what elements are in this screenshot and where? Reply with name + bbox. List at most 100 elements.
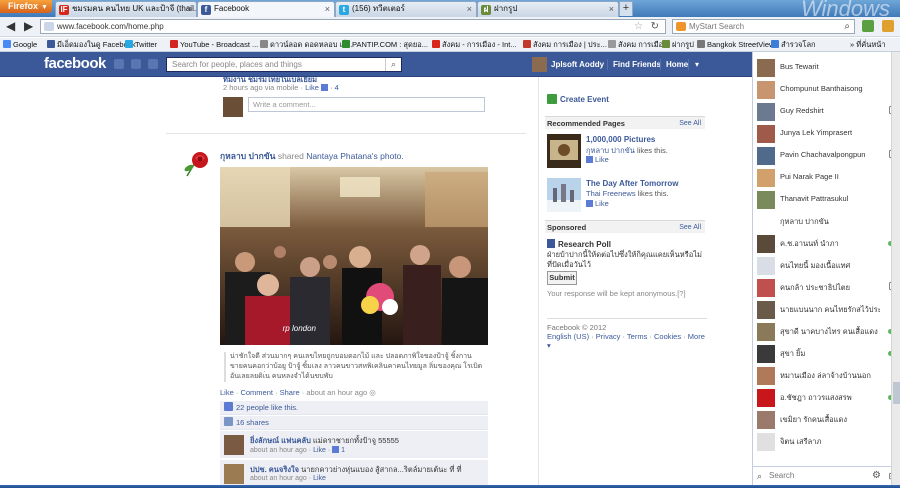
bookmark-item[interactable]: สังคม การเมือง bbox=[608, 38, 667, 51]
extension-icon[interactable] bbox=[862, 20, 874, 32]
comment-link[interactable]: Comment bbox=[240, 388, 273, 397]
recommended-page[interactable]: The Day After Tomorrow Thai Freenews lik… bbox=[547, 178, 707, 214]
see-all-link[interactable]: See All bbox=[679, 117, 701, 130]
bookmark-item[interactable]: YouTube - Broadcast ... bbox=[170, 38, 258, 51]
browser-search-input[interactable]: MyStart Search ⌕ bbox=[672, 19, 855, 34]
post-time[interactable]: about an hour ago bbox=[306, 388, 367, 397]
bookmark-item[interactable]: สังคม - การเมือง - Int... bbox=[432, 38, 517, 51]
chat-search-input[interactable]: ⌕ Search ⚙ ⊟ bbox=[753, 466, 900, 485]
liker-name[interactable]: กุหลาบ ปากขัน bbox=[586, 146, 635, 155]
facebook-logo[interactable]: facebook bbox=[44, 55, 106, 72]
bookmark-item[interactable]: สังคม การเมือง | ประ... bbox=[523, 38, 607, 51]
bookmarks-menu[interactable]: » ที่คั่นหน้า bbox=[850, 38, 886, 51]
bookmark-item[interactable]: ดาวน์ลอด ดอดหลอบ เว็... bbox=[260, 38, 353, 51]
chat-friend-item[interactable]: จิตน เสรีลาภ bbox=[753, 431, 900, 453]
tab-facebook[interactable]: f Facebook × bbox=[197, 1, 335, 18]
account-menu-icon[interactable]: ▾ bbox=[695, 57, 699, 72]
star-icon[interactable]: ☆ bbox=[634, 20, 643, 33]
comment-input[interactable]: Write a comment... bbox=[248, 97, 485, 112]
back-icon[interactable]: ◀ bbox=[6, 19, 15, 33]
chat-friend-item[interactable]: กุหลาบ ปากขัน bbox=[753, 211, 900, 233]
page-like-button[interactable]: Like bbox=[586, 199, 609, 208]
chat-friend-item[interactable]: เขมิยา รักคนเสื้อแดง bbox=[753, 409, 900, 431]
extension-icon[interactable] bbox=[882, 20, 894, 32]
bookmark-item[interactable]: Bangkok StreetView bbox=[697, 38, 774, 51]
more-link[interactable]: More bbox=[688, 332, 705, 341]
bookmark-item[interactable]: Google bbox=[3, 38, 37, 51]
likes-summary[interactable]: 22 people like this. bbox=[220, 401, 488, 415]
close-icon[interactable]: × bbox=[467, 2, 472, 16]
search-engine-icon[interactable] bbox=[676, 22, 686, 31]
messages-icon[interactable] bbox=[131, 59, 141, 69]
like-link[interactable]: Like bbox=[220, 388, 234, 397]
poll-submit-button[interactable]: Submit bbox=[547, 271, 577, 285]
like-count[interactable]: 1 bbox=[332, 446, 345, 454]
avatar[interactable] bbox=[224, 435, 244, 455]
page-scrollbar[interactable] bbox=[891, 52, 900, 485]
notifications-icon[interactable] bbox=[148, 59, 158, 69]
bookmark-item[interactable]: ฝากรูป bbox=[662, 38, 694, 51]
avatar[interactable] bbox=[224, 464, 244, 484]
like-link[interactable]: Like bbox=[313, 447, 326, 454]
chat-friend-item[interactable]: Pavin Chachavalpongpun bbox=[753, 145, 900, 167]
tab-upload[interactable]: ฝ ฝากรูป × bbox=[477, 1, 619, 17]
terms-link[interactable]: Terms bbox=[627, 332, 647, 341]
bookmark-item[interactable]: Twitter bbox=[125, 38, 157, 51]
chat-friend-item[interactable]: Pui Narak Page II bbox=[753, 167, 900, 189]
close-icon[interactable]: × bbox=[187, 2, 192, 16]
like-link[interactable]: Like bbox=[313, 475, 326, 482]
search-icon[interactable]: ⌕ bbox=[844, 20, 850, 33]
tab-thaiuk[interactable]: IF ชมรมคน คนไทย UK และป้าจี (thail... × bbox=[55, 1, 197, 17]
see-all-link[interactable]: See All bbox=[679, 221, 701, 234]
recommended-page[interactable]: 1,000,000 Pictures กุหลาบ ปากขัน likes t… bbox=[547, 134, 707, 170]
url-bar[interactable]: www.facebook.com/home.php ☆ ↻ bbox=[40, 19, 666, 34]
chat-friend-item[interactable]: หมานเมือง ล่ลาจ้างบ้านนอก bbox=[753, 365, 900, 387]
liker-name[interactable]: Thai Freenews bbox=[586, 189, 636, 198]
chat-friend-item[interactable]: นายแบนนาก คนไทยรักสไว้ประ... bbox=[753, 299, 900, 321]
friend-requests-icon[interactable] bbox=[114, 59, 124, 69]
cookies-link[interactable]: Cookies bbox=[654, 332, 681, 341]
chat-friend-item[interactable]: Junya Lek Yimprasert bbox=[753, 123, 900, 145]
reload-icon[interactable]: ↻ bbox=[651, 20, 659, 33]
avatar[interactable] bbox=[532, 57, 547, 72]
avatar[interactable] bbox=[223, 97, 243, 117]
chat-friend-item[interactable]: สุขา ยิ้ม bbox=[753, 343, 900, 365]
firefox-menu-button[interactable]: Firefox ▼ bbox=[0, 0, 52, 13]
chat-friend-item[interactable]: Chompunut Banthaisong bbox=[753, 79, 900, 101]
comment-time[interactable]: about an hour ago bbox=[250, 447, 307, 454]
post-photo[interactable]: rp london bbox=[220, 167, 488, 345]
home-link[interactable]: Home bbox=[666, 57, 688, 72]
chat-friend-item[interactable]: Thanavit Pattrasukul bbox=[753, 189, 900, 211]
search-icon[interactable]: ⌕ bbox=[385, 58, 401, 71]
like-count[interactable]: · 4 bbox=[321, 83, 339, 92]
rose-avatar[interactable] bbox=[179, 146, 213, 180]
find-friends-link[interactable]: Find Friends bbox=[613, 57, 661, 72]
bookmark-item[interactable]: สำรวจโลก bbox=[771, 38, 816, 51]
chat-friend-item[interactable]: อ.ชัชฎา ถาวรแสงสรพ bbox=[753, 387, 900, 409]
language-link[interactable]: English (US) bbox=[547, 332, 589, 341]
close-icon[interactable]: × bbox=[325, 2, 330, 16]
bookmark-item[interactable]: PANTIP.COM : สุดยอ... bbox=[342, 38, 428, 51]
new-tab-button[interactable]: + bbox=[619, 1, 633, 16]
privacy-link[interactable]: Privacy bbox=[596, 332, 621, 341]
close-icon[interactable]: × bbox=[609, 2, 614, 16]
post-time[interactable]: 2 hours ago via mobile · bbox=[223, 83, 303, 92]
create-event-link[interactable]: Create Event bbox=[547, 94, 609, 104]
gear-icon[interactable]: ⚙ bbox=[872, 467, 881, 485]
chevron-down-icon[interactable]: ▾ bbox=[547, 341, 551, 350]
poll-title[interactable]: Research Poll bbox=[547, 239, 611, 249]
chat-friend-item[interactable]: ค.ช.อานนท์ นำภา bbox=[753, 233, 900, 255]
site-identity-icon[interactable] bbox=[44, 22, 54, 31]
chat-friend-item[interactable]: Bus Tewarit bbox=[753, 57, 900, 79]
page-title[interactable]: The Day After Tomorrow bbox=[586, 179, 678, 188]
chat-friend-item[interactable]: Guy Redshirt bbox=[753, 101, 900, 123]
page-title[interactable]: 1,000,000 Pictures bbox=[586, 135, 655, 144]
chat-friend-item[interactable]: คนไทยนี้ มองเนื้อแทศ bbox=[753, 255, 900, 277]
facebook-search-input[interactable]: Search for people, places and things ⌕ bbox=[166, 57, 402, 72]
shares-summary[interactable]: 16 shares bbox=[220, 416, 488, 430]
page-like-button[interactable]: Like bbox=[586, 155, 609, 164]
chat-friend-item[interactable]: สุขาดี นาคบางไทร คนเสื้อแดง bbox=[753, 321, 900, 343]
share-link[interactable]: Share bbox=[280, 388, 300, 397]
scrollbar-thumb[interactable] bbox=[893, 382, 900, 404]
tab-twitter[interactable]: t (156) ทวีตเตอร์ × bbox=[335, 1, 477, 17]
